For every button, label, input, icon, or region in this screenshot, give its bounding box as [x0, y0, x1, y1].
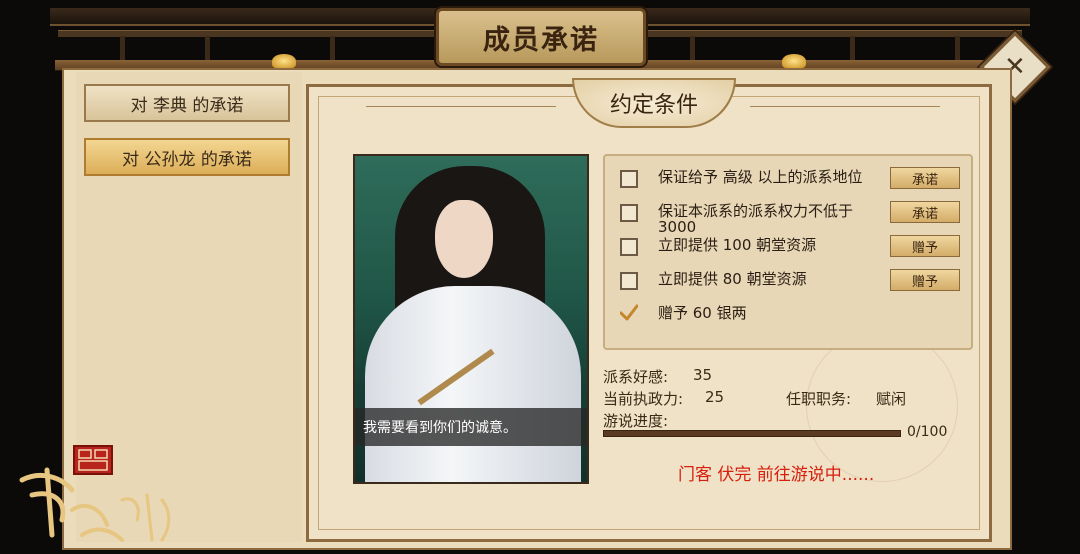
roof-post	[205, 36, 210, 62]
portrait-robe	[365, 286, 581, 482]
condition-checkbox[interactable]	[620, 204, 638, 222]
condition-checkbox[interactable]	[620, 272, 638, 290]
lantern-icon	[272, 54, 296, 68]
condition-row: 保证给予 高级 以上的派系地位 承诺	[620, 167, 960, 189]
tab-promise-gongsunlong[interactable]: 对 公孙龙 的承诺	[84, 138, 290, 176]
give-button[interactable]: 赠予	[890, 269, 960, 291]
promise-button[interactable]: 承诺	[890, 201, 960, 223]
governance-label: 当前执政力:	[603, 390, 684, 408]
divider-ornament	[366, 106, 556, 107]
title-plaque: 成员承诺	[436, 8, 646, 66]
roof-post	[850, 36, 855, 62]
tab-promise-lidian[interactable]: 对 李典 的承诺	[84, 84, 290, 122]
condition-checkbox[interactable]	[620, 170, 638, 188]
duty-label: 任职职务:	[786, 390, 852, 408]
page-title: 成员承诺	[483, 24, 599, 56]
promise-button[interactable]: 承诺	[890, 167, 960, 189]
faction-favor-value: 35	[693, 366, 713, 384]
character-portrait: 我需要看到你们的诚意。	[353, 154, 589, 484]
divider-ornament	[750, 106, 940, 107]
condition-row: 保证本派系的派系权力不低于3000 承诺	[620, 201, 960, 236]
portrait-face	[435, 200, 493, 278]
roof-post	[955, 36, 960, 62]
condition-text: 立即提供 80 朝堂资源	[658, 270, 807, 288]
faction-favor-label: 派系好感:	[603, 368, 669, 386]
condition-text: 保证本派系的派系权力不低于3000	[658, 202, 854, 236]
speech-text: 我需要看到你们的诚意。	[355, 408, 587, 446]
condition-row-completed: 赠予 60 银两	[620, 305, 898, 323]
governance-value: 25	[705, 388, 725, 406]
condition-text: 立即提供 100 朝堂资源	[658, 236, 817, 254]
roof-post	[690, 36, 695, 62]
lobby-progress-bar	[603, 430, 901, 437]
checkmark-icon	[620, 304, 638, 321]
condition-checkbox[interactable]	[620, 238, 638, 256]
condition-row: 立即提供 100 朝堂资源 赠予	[620, 235, 960, 257]
lobby-progress-label: 游说进度:	[603, 412, 669, 430]
roof-post	[330, 36, 335, 62]
roof-post	[120, 36, 125, 62]
condition-text: 保证给予 高级 以上的派系地位	[658, 168, 863, 186]
give-button[interactable]: 赠予	[890, 235, 960, 257]
lobby-status-message: 门客 伏完 前往游说中......	[678, 465, 875, 485]
section-title: 约定条件	[572, 78, 736, 128]
red-seal-stamp	[73, 445, 113, 475]
lantern-icon	[782, 54, 806, 68]
condition-text: 赠予 60 银两	[658, 304, 747, 322]
duty-value: 赋闲	[876, 390, 907, 408]
lobby-progress-text: 0/100	[907, 424, 948, 440]
condition-row: 立即提供 80 朝堂资源 赠予	[620, 269, 960, 291]
